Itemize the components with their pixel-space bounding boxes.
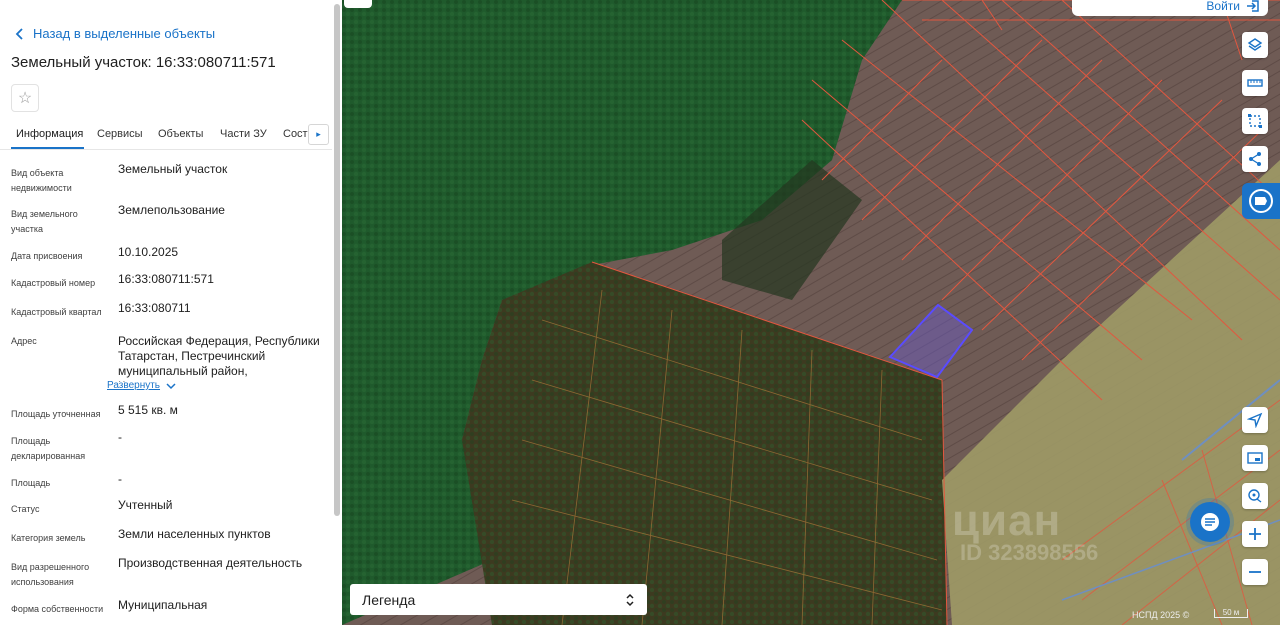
- back-link[interactable]: Назад в выделенные объекты: [13, 26, 215, 41]
- minimap-icon: [1247, 452, 1263, 464]
- select-area-button[interactable]: [1242, 108, 1268, 134]
- scale-bar: 50 м: [1214, 609, 1248, 618]
- tab-objects[interactable]: Объекты: [158, 128, 203, 140]
- field-label: Площадь уточненная: [11, 409, 101, 419]
- field-label: Категория земель: [11, 533, 86, 543]
- zoom-in-icon: [1249, 528, 1261, 540]
- geo-search-button[interactable]: [1242, 483, 1268, 509]
- map-attribution: НСПД 2025 ©: [1132, 610, 1190, 620]
- share-button[interactable]: [1242, 146, 1268, 172]
- zoom-out-icon: [1249, 571, 1261, 573]
- map-corner-button[interactable]: [344, 0, 372, 8]
- field-label: Статус: [11, 504, 40, 514]
- field-label: Адрес: [11, 336, 37, 346]
- back-label: Назад в выделенные объекты: [33, 26, 216, 41]
- login-button[interactable]: Войти: [1072, 0, 1268, 16]
- field-label: Вид объекта недвижимости: [11, 168, 72, 193]
- field-value: Землепользование: [118, 203, 225, 217]
- watermark-id: ID 323898556: [960, 540, 1099, 565]
- page-title: Земельный участок: 16:33:080711:571: [11, 54, 276, 71]
- ruler-button[interactable]: [1242, 70, 1268, 96]
- locate-icon: [1247, 412, 1263, 428]
- zoom-out-button[interactable]: [1242, 559, 1268, 585]
- field-value: Производственная деятельность: [118, 556, 303, 570]
- field-label: Площадь: [11, 478, 51, 488]
- tab-parts[interactable]: Части ЗУ: [220, 128, 267, 140]
- field-label: Площадь декларированная: [11, 436, 86, 461]
- field-value: Земли населенных пунктов: [118, 527, 271, 541]
- expand-address-link[interactable]: Развернуть: [107, 380, 176, 391]
- active-tab-indicator: [11, 147, 84, 149]
- panel-scrollbar[interactable]: [334, 4, 340, 516]
- field-label: Форма собственности: [11, 604, 104, 614]
- select-area-icon: [1248, 114, 1262, 128]
- tabs-scroll-right-icon[interactable]: ▸: [308, 124, 329, 145]
- layers-button[interactable]: [1242, 32, 1268, 58]
- field-label: Вид земельного участка: [11, 209, 78, 234]
- login-icon: [1247, 0, 1259, 12]
- field-value: 5 515 кв. м: [118, 403, 178, 417]
- locate-button[interactable]: [1242, 407, 1268, 433]
- field-value: 10.10.2025: [118, 245, 179, 259]
- satellite-map: [342, 0, 1280, 625]
- field-label: Дата присвоения: [11, 251, 83, 261]
- map-view[interactable]: циан ID 323898556 Войти Легенда НСПД 202…: [342, 0, 1280, 625]
- field-label: Кадастровый номер: [11, 278, 96, 288]
- legend-label: Легенда: [362, 591, 416, 608]
- ruler-icon: [1247, 79, 1263, 87]
- field-value: -: [118, 430, 122, 444]
- chat-button[interactable]: [1190, 502, 1230, 542]
- favorite-star-icon[interactable]: ☆: [11, 84, 39, 112]
- field-label: Кадастровый квартал: [11, 307, 102, 317]
- field-value: 16:33:080711: [118, 301, 191, 315]
- tab-services[interactable]: Сервисы: [97, 128, 143, 140]
- chevron-left-icon: [15, 27, 23, 40]
- nspd-logo-button[interactable]: [1242, 183, 1280, 219]
- tab-info[interactable]: Информация: [16, 128, 83, 140]
- chevron-updown-icon: [626, 593, 634, 606]
- chevron-down-icon: [166, 382, 176, 389]
- field-label: Вид разрешенного использования: [11, 562, 90, 587]
- field-address: Адрес Российская Федерация, Республики Т…: [11, 334, 327, 382]
- field-value: -: [118, 472, 122, 486]
- chat-icon: [1201, 513, 1219, 531]
- nspd-logo-icon: [1249, 189, 1273, 213]
- geo-search-icon: [1248, 489, 1262, 503]
- field-value: 16:33:080711:571: [118, 272, 214, 286]
- field-value: Учтенный: [118, 498, 173, 512]
- legend-dropdown[interactable]: Легенда: [350, 584, 647, 615]
- field-value: Муниципальная: [118, 598, 208, 612]
- field-value: Российская Федерация, Республики Татарст…: [118, 334, 320, 382]
- info-panel: Назад в выделенные объекты Земельный уча…: [0, 0, 342, 625]
- layers-icon: [1247, 38, 1263, 51]
- zoom-in-button[interactable]: [1242, 521, 1268, 547]
- expand-label: Развернуть: [107, 380, 161, 391]
- login-label: Войти: [1206, 0, 1240, 13]
- share-icon: [1249, 152, 1261, 166]
- field-value: Земельный участок: [118, 162, 228, 176]
- watermark-text: циан: [952, 496, 1062, 545]
- minimap-button[interactable]: [1242, 445, 1268, 471]
- tab-bar: Информация Сервисы Объекты Части ЗУ Сост…: [0, 120, 332, 150]
